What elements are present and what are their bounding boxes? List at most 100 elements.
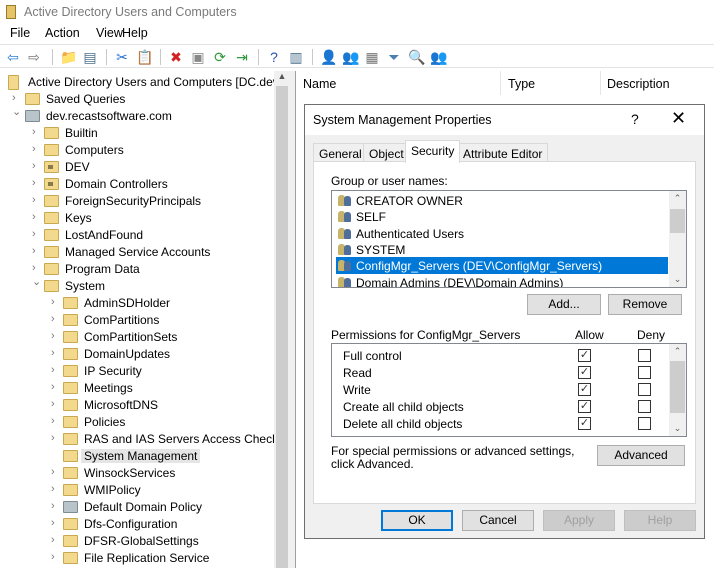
chevron-right-icon[interactable]: › <box>51 517 61 529</box>
chevron-right-icon[interactable]: › <box>51 398 61 410</box>
chevron-down-icon[interactable]: ⌄ <box>12 105 22 118</box>
scroll-up-icon[interactable]: ▲ <box>274 71 290 81</box>
chevron-right-icon[interactable]: › <box>51 432 61 444</box>
paste-icon[interactable]: 📋 <box>136 49 153 65</box>
tree-item[interactable]: › ComPartitionSets <box>0 329 274 346</box>
chevron-right-icon[interactable]: › <box>51 347 61 359</box>
chevron-down-icon[interactable]: ⌄ <box>32 275 42 288</box>
tree-item[interactable]: › ForeignSecurityPrincipals <box>0 193 274 210</box>
deny-checkbox[interactable] <box>638 366 651 379</box>
properties-icon[interactable]: ▣ <box>190 49 206 65</box>
tree-item[interactable]: › AdminSDHolder <box>0 295 274 312</box>
tree-item[interactable]: ⌄ System <box>0 275 274 295</box>
tree-item[interactable]: › DFSR-GlobalSettings <box>0 533 274 550</box>
advanced-button[interactable]: Advanced <box>597 445 685 466</box>
tree-item[interactable]: › Builtin <box>0 125 274 142</box>
chevron-right-icon[interactable]: › <box>32 245 42 257</box>
deny-checkbox[interactable] <box>638 417 651 430</box>
column-header-type[interactable]: Type <box>508 77 535 91</box>
tree-item[interactable]: › Policies <box>0 414 274 431</box>
user-list-item[interactable]: Authenticated Users <box>336 225 668 242</box>
tree-item[interactable]: › Domain Controllers <box>0 176 274 193</box>
tree-item[interactable]: Active Directory Users and Computers [DC… <box>0 74 279 91</box>
allow-checkbox[interactable]: ✓ <box>578 366 591 379</box>
tree-item[interactable]: › Computers <box>0 142 274 159</box>
permissions-list[interactable]: ⌃ ⌄ Full control ✓ Read ✓ Write ✓ Create all c… <box>331 343 687 437</box>
new-user-icon[interactable]: 👤 <box>320 49 337 65</box>
help-icon[interactable]: ? <box>631 111 639 127</box>
user-list-item[interactable]: ConfigMgr_Servers (DEV\ConfigMgr_Servers… <box>336 257 668 275</box>
tree-item[interactable]: System Management <box>0 448 274 465</box>
chevron-right-icon[interactable]: › <box>32 262 42 274</box>
column-divider[interactable] <box>500 71 501 95</box>
scroll-thumb[interactable] <box>670 361 685 413</box>
user-list-item[interactable]: Domain Admins (DEV\Domain Admins) <box>336 274 668 287</box>
user-list-item[interactable]: CREATOR OWNER <box>336 192 668 209</box>
help-button[interactable]: Help <box>624 510 696 531</box>
tree-item[interactable]: › WMIPolicy <box>0 482 274 499</box>
pane-splitter[interactable] <box>290 71 296 568</box>
menu-help[interactable]: Help <box>122 26 148 40</box>
chevron-right-icon[interactable]: › <box>51 483 61 495</box>
new-ou-icon[interactable]: ▦ <box>364 49 380 65</box>
refresh-icon[interactable]: ⟳ <box>212 49 228 65</box>
chevron-right-icon[interactable]: › <box>51 313 61 325</box>
chevron-right-icon[interactable]: › <box>51 500 61 512</box>
forward-arrow-icon[interactable]: ⇨ <box>26 49 42 65</box>
back-arrow-icon[interactable]: ⇦ <box>5 49 21 65</box>
chevron-right-icon[interactable]: › <box>51 551 61 563</box>
add-button[interactable]: Add... <box>527 294 601 315</box>
tree-item[interactable]: › Default Domain Policy <box>0 499 274 516</box>
tab-security[interactable]: Security <box>405 140 461 163</box>
menu-action[interactable]: Action <box>45 26 80 40</box>
column-header-description[interactable]: Description <box>607 77 670 91</box>
tree-item[interactable]: › Meetings <box>0 380 274 397</box>
tree-item[interactable]: › Dfs-Configuration <box>0 516 274 533</box>
chevron-right-icon[interactable]: › <box>12 92 22 104</box>
column-header-name[interactable]: Name <box>303 77 336 91</box>
deny-checkbox[interactable] <box>638 400 651 413</box>
user-list-item[interactable]: SYSTEM <box>336 241 668 258</box>
menu-view[interactable]: View <box>96 26 123 40</box>
scroll-thumb[interactable] <box>670 209 685 233</box>
allow-checkbox[interactable]: ✓ <box>578 417 591 430</box>
tree-item[interactable]: › MicrosoftDNS <box>0 397 274 414</box>
ok-button[interactable]: OK <box>381 510 453 531</box>
cancel-button[interactable]: Cancel <box>462 510 534 531</box>
cut-icon[interactable]: ✂ <box>114 49 130 65</box>
user-list-item[interactable]: SELF <box>336 208 668 225</box>
deny-checkbox[interactable] <box>638 383 651 396</box>
show-action-pane-icon[interactable]: ▥ <box>288 49 304 65</box>
tab-general[interactable]: General <box>313 143 368 162</box>
close-icon[interactable]: ✕ <box>671 108 686 129</box>
chevron-right-icon[interactable]: › <box>32 211 42 223</box>
user-list-scrollbar[interactable]: ⌃ ⌄ <box>669 191 686 287</box>
column-divider[interactable] <box>600 71 601 95</box>
tree-item[interactable]: › LostAndFound <box>0 227 274 244</box>
allow-checkbox[interactable]: ✓ <box>578 400 591 413</box>
remove-button[interactable]: Remove <box>608 294 682 315</box>
new-group-icon[interactable]: 👥 <box>342 49 359 65</box>
chevron-right-icon[interactable]: › <box>32 126 42 138</box>
tree-item[interactable]: › Saved Queries <box>0 91 274 108</box>
chevron-right-icon[interactable]: › <box>51 381 61 393</box>
export-list-icon[interactable]: ⇥ <box>234 49 250 65</box>
chevron-right-icon[interactable]: › <box>32 143 42 155</box>
tree-item[interactable]: › RAS and IAS Servers Access Check <box>0 431 278 448</box>
show-hide-console-tree-icon[interactable]: ▤ <box>82 49 98 65</box>
chevron-right-icon[interactable]: › <box>51 466 61 478</box>
help-icon[interactable]: ? <box>266 49 282 65</box>
tree-item[interactable]: › DomainUpdates <box>0 346 274 363</box>
tree-item[interactable]: › Keys <box>0 210 274 227</box>
group-user-list[interactable]: ⌃ ⌄ CREATOR OWNER SELF Authenticated Users… <box>331 190 687 288</box>
menu-file[interactable]: File <box>10 26 30 40</box>
chevron-right-icon[interactable]: › <box>51 534 61 546</box>
tree-item[interactable]: › WinsockServices <box>0 465 274 482</box>
tab-attribute-editor[interactable]: Attribute Editor <box>457 143 549 162</box>
chevron-right-icon[interactable]: › <box>51 296 61 308</box>
scroll-up-icon[interactable]: ⌃ <box>669 193 686 204</box>
delete-icon[interactable]: ✖ <box>168 49 184 65</box>
chevron-right-icon[interactable]: › <box>32 177 42 189</box>
tree-item[interactable]: ⌄ dev.recastsoftware.com <box>0 105 274 125</box>
chevron-right-icon[interactable]: › <box>32 160 42 172</box>
